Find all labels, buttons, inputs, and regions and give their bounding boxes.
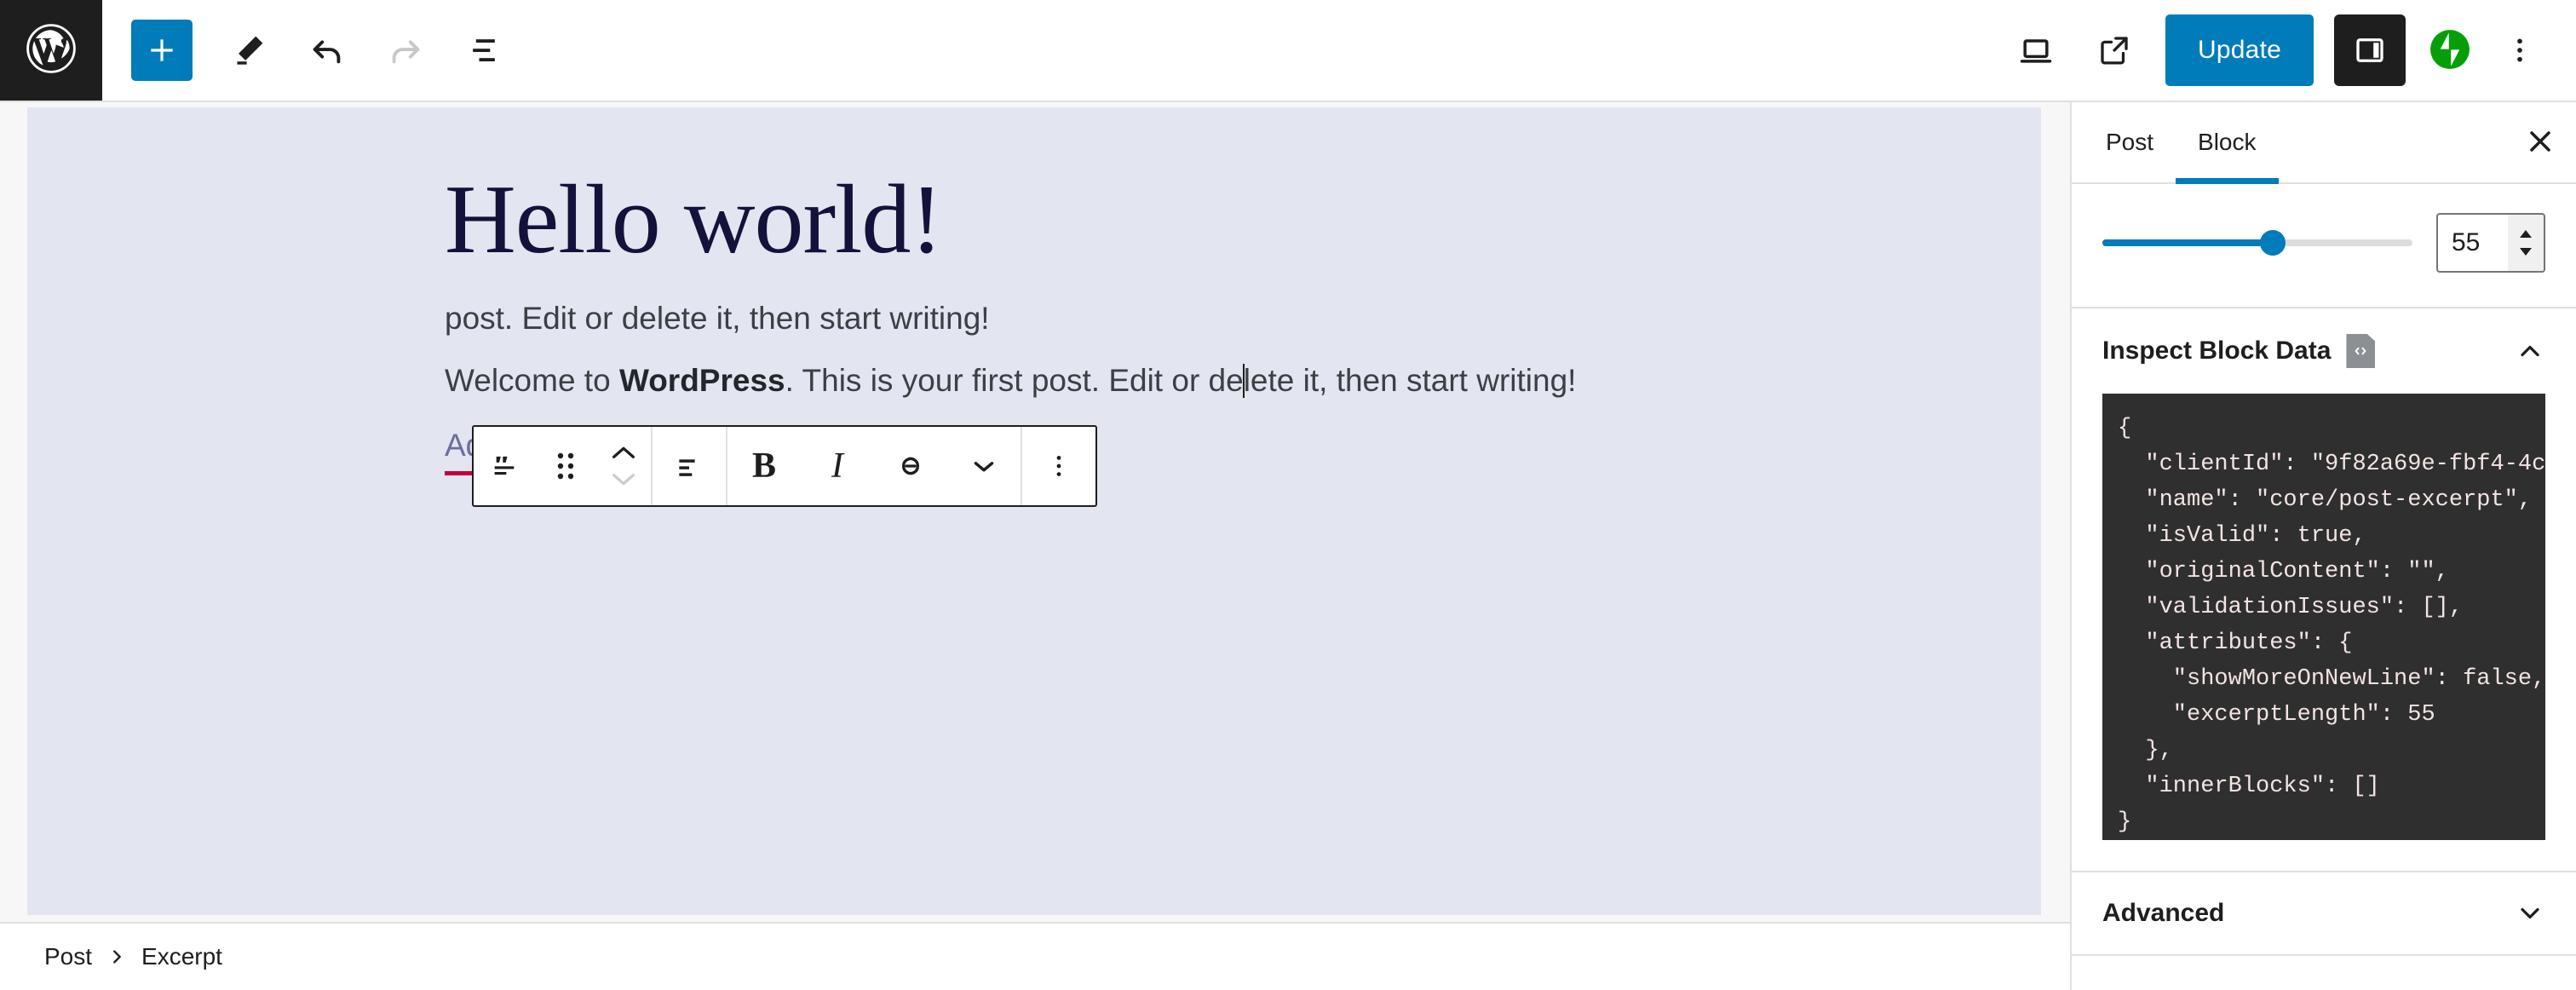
- italic-label: I: [831, 446, 843, 486]
- excerpt-background-line: post. Edit or delete it, then start writ…: [445, 295, 2041, 342]
- breadcrumb-chevron-right-icon: [107, 947, 126, 966]
- redo-button[interactable]: [366, 11, 445, 89]
- block-movers: [596, 427, 651, 505]
- top-bar-left-tools: [102, 0, 523, 101]
- expand-chevron-down-icon: [2515, 898, 2545, 929]
- block-drag-handle[interactable]: [535, 427, 596, 505]
- editor-body: Hello world! post. Edit or delete it, th…: [0, 102, 2576, 990]
- block-toolbar-block-group: [474, 427, 651, 505]
- update-button[interactable]: Update: [2165, 14, 2314, 86]
- inspect-block-data-title: Inspect Block Data: [2102, 337, 2332, 365]
- align-text-button[interactable]: [653, 427, 726, 505]
- jetpack-button[interactable]: [2414, 14, 2486, 86]
- breadcrumb-item-post[interactable]: Post: [44, 943, 92, 970]
- tools-pencil-button[interactable]: [210, 11, 288, 89]
- move-block-up-button[interactable]: [609, 444, 638, 463]
- excerpt-bold-word: WordPress: [618, 363, 785, 399]
- breadcrumb-item-excerpt[interactable]: Excerpt: [141, 943, 222, 970]
- add-block-button[interactable]: [131, 20, 193, 81]
- move-block-down-button[interactable]: [609, 469, 638, 488]
- inspect-block-data-header[interactable]: Inspect Block Data: [2072, 308, 2576, 394]
- document-overview-button[interactable]: [445, 11, 523, 89]
- bold-button[interactable]: B: [727, 427, 801, 505]
- undo-button[interactable]: [288, 11, 366, 89]
- editor-options-button[interactable]: [2486, 14, 2554, 86]
- excerpt-length-control: 55: [2072, 184, 2576, 307]
- bold-label: B: [751, 446, 776, 486]
- view-post-button[interactable]: [2075, 11, 2153, 89]
- excerpt-tail: lete it, then start writing!: [1243, 363, 1577, 399]
- slider-fill: [2102, 239, 2274, 246]
- block-options-button[interactable]: [1022, 427, 1095, 505]
- advanced-panel: Advanced: [2072, 872, 2576, 956]
- excerpt-mid: . This is your first post. Edit or de: [785, 363, 1244, 399]
- number-stepper[interactable]: [2508, 215, 2544, 271]
- code-file-icon: [2346, 334, 2376, 368]
- wordpress-logo-button[interactable]: [0, 0, 102, 101]
- block-data-json: { "clientId": "9f82a69e-fbf4-4c "name": …: [2118, 416, 2545, 835]
- editor-top-bar: Update: [0, 0, 2576, 102]
- inspect-block-data-panel: Inspect Block Data { "clientId": "9f82a6…: [2072, 308, 2576, 872]
- block-type-excerpt-button[interactable]: [474, 427, 535, 505]
- block-data-code-viewer[interactable]: { "clientId": "9f82a69e-fbf4-4c "name": …: [2102, 394, 2545, 840]
- settings-sidebar-toggle[interactable]: [2334, 14, 2406, 86]
- tab-post[interactable]: Post: [2084, 102, 2176, 182]
- jetpack-icon: [2429, 28, 2471, 73]
- link-button[interactable]: [874, 427, 947, 505]
- editor-app: Update Hello world! post. Edit or delete…: [0, 0, 2576, 990]
- excerpt-length-slider[interactable]: [2102, 230, 2412, 256]
- excerpt-length-number-input[interactable]: 55: [2436, 213, 2545, 273]
- block-toolbar: B I: [472, 425, 1097, 507]
- preview-device-button[interactable]: [1997, 11, 2075, 89]
- stepper-up-icon: [2520, 230, 2532, 238]
- excerpt-length-value: 55: [2452, 228, 2481, 256]
- block-toolbar-options-group: [1022, 427, 1095, 505]
- advanced-title: Advanced: [2102, 899, 2225, 927]
- post-canvas[interactable]: Hello world! post. Edit or delete it, th…: [27, 107, 2041, 915]
- advanced-header[interactable]: Advanced: [2072, 872, 2576, 954]
- collapse-chevron-up-icon: [2515, 336, 2545, 366]
- excerpt-background-text: post. Edit or delete it, then start writ…: [445, 300, 990, 336]
- breadcrumb: Post Excerpt: [0, 922, 2070, 990]
- wordpress-logo-icon: [25, 22, 78, 79]
- settings-sidebar: Post Block 55 Inspect Block Data {"clie…: [2072, 102, 2576, 990]
- slider-thumb[interactable]: [2260, 230, 2286, 256]
- close-sidebar-button[interactable]: [2504, 102, 2576, 182]
- italic-button[interactable]: I: [801, 427, 874, 505]
- post-title[interactable]: Hello world!: [27, 107, 2041, 273]
- excerpt-length-panel: 55: [2072, 184, 2576, 308]
- stepper-down-icon: [2520, 248, 2532, 256]
- sidebar-tabs: Post Block: [2072, 102, 2576, 184]
- tab-block[interactable]: Block: [2176, 102, 2279, 184]
- canvas-wrapper: Hello world! post. Edit or delete it, th…: [0, 102, 2070, 922]
- top-bar-right-tools: Update: [1997, 0, 2576, 101]
- excerpt-text-line[interactable]: Welcome to WordPress. This is your first…: [445, 357, 2041, 405]
- editor-column: Hello world! post. Edit or delete it, th…: [0, 102, 2072, 990]
- more-formatting-chevron-down-icon[interactable]: [947, 427, 1021, 505]
- block-toolbar-format-group: B I: [727, 427, 1021, 505]
- close-icon: [2523, 124, 2557, 161]
- block-toolbar-align-group: [653, 427, 726, 505]
- excerpt-prefix: Welcome to: [445, 363, 619, 399]
